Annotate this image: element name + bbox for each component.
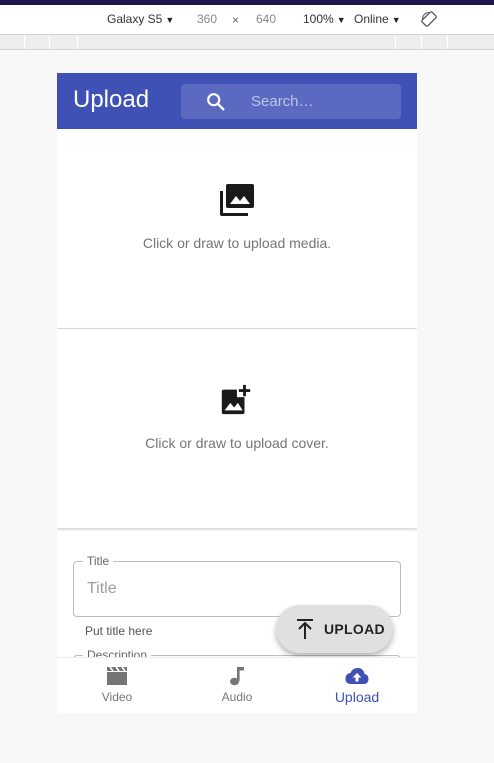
zoom-select[interactable]: 100% ▼	[303, 12, 346, 26]
device-toolbar: Galaxy S5 ▼ 360 × 640 100% ▼ Online ▼	[0, 5, 494, 34]
width-field[interactable]: 360	[197, 12, 217, 26]
title-label: Title	[83, 554, 114, 568]
app-bar: Upload	[57, 73, 417, 129]
title-input[interactable]	[87, 580, 387, 598]
upload-button-label: UPLOAD	[324, 621, 385, 637]
publish-icon	[297, 619, 313, 639]
device-select[interactable]: Galaxy S5 ▼	[107, 12, 174, 26]
nav-label-video: Video	[101, 690, 133, 704]
nav-label-audio: Audio	[221, 690, 253, 704]
movie-icon	[107, 666, 127, 685]
photo-library-icon	[220, 184, 254, 216]
search-box[interactable]	[181, 84, 401, 119]
add-photo-icon	[221, 383, 253, 415]
dimension-separator: ×	[232, 13, 240, 27]
cover-drop-text: Click or draw to upload cover.	[145, 435, 329, 451]
device-ruler	[0, 34, 494, 50]
page-title: Upload	[73, 86, 150, 113]
search-icon	[207, 93, 225, 111]
search-input[interactable]	[251, 84, 391, 119]
rotate-icon[interactable]	[421, 11, 437, 27]
nav-item-audio[interactable]: Audio	[177, 658, 297, 713]
media-drop-text: Click or draw to upload media.	[142, 235, 332, 251]
nav-item-upload[interactable]: Upload	[297, 658, 417, 713]
dropdown-caret-icon: ▼	[391, 15, 401, 25]
nav-label-upload: Upload	[334, 689, 380, 705]
music-note-icon	[230, 667, 244, 686]
network-select[interactable]: Online ▼	[354, 12, 401, 26]
cloud-upload-icon	[345, 668, 369, 684]
cover-drop-zone[interactable]: Click or draw to upload cover.	[57, 329, 417, 528]
title-helper-text: Put title here	[85, 624, 153, 638]
media-drop-zone[interactable]: Click or draw to upload media.	[57, 129, 417, 328]
dropdown-caret-icon: ▼	[165, 15, 175, 25]
bottom-navigation: Video Audio Upload	[57, 657, 417, 713]
device-viewport: Upload Click or draw to upload media. Cl…	[57, 73, 417, 713]
height-field[interactable]: 640	[256, 12, 276, 26]
upload-button[interactable]: UPLOAD	[276, 605, 393, 653]
dropdown-caret-icon: ▼	[336, 15, 346, 25]
nav-item-video[interactable]: Video	[57, 658, 177, 713]
